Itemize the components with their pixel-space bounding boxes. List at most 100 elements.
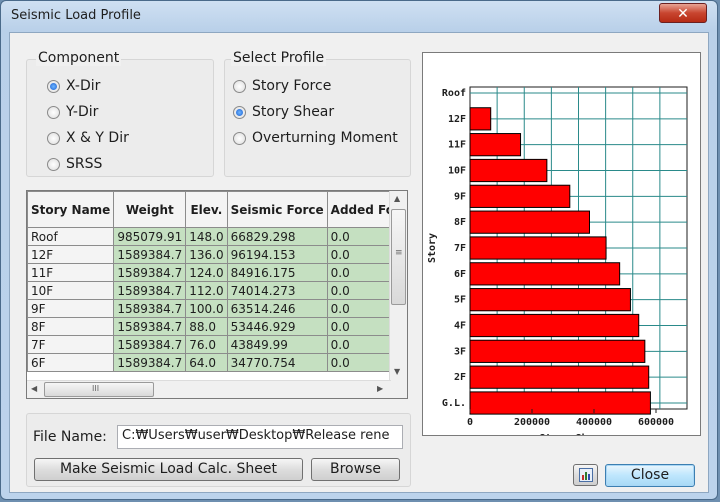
radio-story-shear[interactable]: Story Shear [233, 102, 334, 122]
vertical-scrollbar[interactable]: ▲ ≡ ▼ [389, 191, 407, 381]
horizontal-scroll-thumb[interactable]: III [44, 382, 154, 397]
table-row[interactable]: 9F 1589384.7 100.0 63514.246 0.0 [27, 299, 407, 318]
category-label: 9F [454, 191, 466, 202]
browse-button[interactable]: Browse [311, 458, 400, 481]
radio-icon[interactable] [47, 157, 60, 171]
radio-selected-icon[interactable] [233, 105, 246, 119]
table-row[interactable]: 11F 1589384.7 124.0 84916.175 0.0 [27, 263, 407, 282]
table-cell[interactable]: 1589384.7 [113, 281, 187, 300]
row-header-cell[interactable]: Roof [27, 227, 115, 246]
table-header-row: Story Name Weight Elev. Seismic Force Ad… [27, 191, 407, 228]
row-header-cell[interactable]: 6F [27, 353, 115, 372]
radio-x-dir[interactable]: X-Dir [47, 76, 100, 96]
x-tick-label: 0 [467, 417, 473, 428]
make-sheet-button[interactable]: Make Seismic Load Calc. Sheet [34, 458, 303, 481]
table-cell[interactable]: 1589384.7 [113, 299, 187, 318]
story-data-grid[interactable]: Story Name Weight Elev. Seismic Force Ad… [26, 190, 408, 399]
component-legend: Component [36, 50, 122, 66]
table-cell[interactable]: 100.0 [185, 299, 228, 318]
table-cell[interactable]: 53446.929 [226, 317, 328, 336]
table-row[interactable]: 10F 1589384.7 112.0 74014.273 0.0 [27, 281, 407, 300]
component-group: Component X-Dir Y-Dir X & Y Dir SRSS [26, 50, 214, 177]
radio-icon[interactable] [233, 131, 246, 145]
story-shear-chart: Roof 12F 11F 10F 9F 8F 7F 6F 5F 4F 3F 2F G.L.0 200000… [427, 86, 688, 444]
row-header-cell[interactable]: 10F [27, 281, 115, 300]
bar-9f [469, 184, 571, 208]
bar-4f [469, 313, 640, 338]
table-cell[interactable]: 124.0 [185, 263, 228, 282]
table-row[interactable]: 12F 1589384.7 136.0 96194.153 0.0 [27, 245, 407, 264]
story-table: Story Name Weight Elev. Seismic Force Ad… [27, 191, 407, 372]
radio-overturning-moment[interactable]: Overturning Moment [233, 128, 398, 148]
header-seismic-force[interactable]: Seismic Force [226, 191, 328, 228]
table-cell[interactable]: 63514.246 [226, 299, 328, 318]
table-cell[interactable]: 96194.153 [226, 245, 328, 264]
radio-selected-icon[interactable] [47, 79, 60, 93]
table-cell[interactable]: 1589384.7 [113, 353, 187, 372]
row-header-cell[interactable]: 9F [27, 299, 115, 318]
scroll-down-icon[interactable]: ▼ [394, 367, 400, 376]
radio-label: Story Force [252, 78, 332, 94]
bar-8f [469, 210, 590, 234]
category-label: 8F [454, 217, 466, 228]
row-header-cell[interactable]: 12F [27, 245, 115, 264]
radio-y-dir[interactable]: Y-Dir [47, 102, 98, 122]
close-window-button[interactable]: ✕ [659, 3, 707, 23]
radio-label: Y-Dir [66, 104, 99, 120]
bar-gl [469, 391, 651, 415]
bar-7f [469, 236, 607, 260]
table-cell[interactable]: 1589384.7 [113, 263, 187, 282]
x-tick-label: 600000 [638, 417, 674, 428]
table-cell[interactable]: 74014.273 [226, 281, 328, 300]
table-cell[interactable]: 985079.91 [113, 227, 187, 246]
table-row[interactable]: 8F 1589384.7 88.0 53446.929 0.0 [27, 317, 407, 336]
row-header-cell[interactable]: 7F [27, 335, 115, 354]
table-cell[interactable]: 1589384.7 [113, 335, 187, 354]
table-cell[interactable]: 76.0 [185, 335, 228, 354]
title-bar[interactable]: Seismic Load Profile ✕ [1, 1, 717, 33]
category-label: 2F [454, 372, 466, 383]
table-row[interactable]: 7F 1589384.7 76.0 43849.99 0.0 [27, 335, 407, 354]
table-row[interactable]: 6F 1589384.7 64.0 34770.754 0.0 [27, 353, 407, 372]
table-cell[interactable]: 66829.298 [226, 227, 328, 246]
table-cell[interactable]: 1589384.7 [113, 317, 187, 336]
select-profile-group: Select Profile Story Force Story Shear O… [224, 50, 411, 177]
x-tick-label: 200000 [514, 417, 550, 428]
table-cell[interactable]: 34770.754 [226, 353, 328, 372]
table-cell[interactable]: 43849.99 [226, 335, 328, 354]
radio-icon[interactable] [47, 105, 60, 119]
radio-srss[interactable]: SRSS [47, 154, 102, 174]
table-cell[interactable]: 148.0 [185, 227, 228, 246]
close-button[interactable]: Close [605, 464, 695, 487]
chart-export-button[interactable] [573, 464, 598, 486]
table-cell[interactable]: 88.0 [185, 317, 228, 336]
table-row[interactable]: Roof 985079.91 148.0 66829.298 0.0 [27, 227, 407, 246]
story-shear-chart-panel: Roof 12F 11F 10F 9F 8F 7F 6F 5F 4F 3F 2F G.L. 0 200000… [422, 52, 701, 444]
header-story-name[interactable]: Story Name [27, 191, 115, 228]
header-weight[interactable]: Weight [113, 191, 187, 228]
table-cell[interactable]: 136.0 [185, 245, 228, 264]
table-cell[interactable]: 84916.175 [226, 263, 328, 282]
scroll-right-icon[interactable]: ▶ [377, 384, 383, 393]
close-icon: ✕ [677, 6, 689, 22]
radio-xy-dir[interactable]: X & Y Dir [47, 128, 129, 148]
table-cell[interactable]: 1589384.7 [113, 245, 187, 264]
scroll-up-icon[interactable]: ▲ [394, 194, 400, 203]
category-label: 6F [454, 269, 466, 280]
vertical-scroll-thumb[interactable]: ≡ [391, 209, 406, 305]
radio-icon[interactable] [233, 79, 246, 93]
row-header-cell[interactable]: 11F [27, 263, 115, 282]
category-label: 12F [448, 114, 466, 125]
table-cell[interactable]: 64.0 [185, 353, 228, 372]
chart-icon [579, 468, 593, 482]
radio-story-force[interactable]: Story Force [233, 76, 331, 96]
scroll-left-icon[interactable]: ◀ [31, 384, 37, 393]
table-cell[interactable]: 112.0 [185, 281, 228, 300]
row-header-cell[interactable]: 8F [27, 317, 115, 336]
radio-icon[interactable] [47, 131, 60, 145]
category-label: Roof [442, 88, 466, 99]
x-tick-label: 400000 [576, 417, 612, 428]
header-elev[interactable]: Elev. [185, 191, 228, 228]
horizontal-scrollbar[interactable]: ◀ III ▶ [27, 380, 391, 398]
file-name-field[interactable]: C:₩Users₩user₩Desktop₩Release rene [117, 425, 403, 449]
